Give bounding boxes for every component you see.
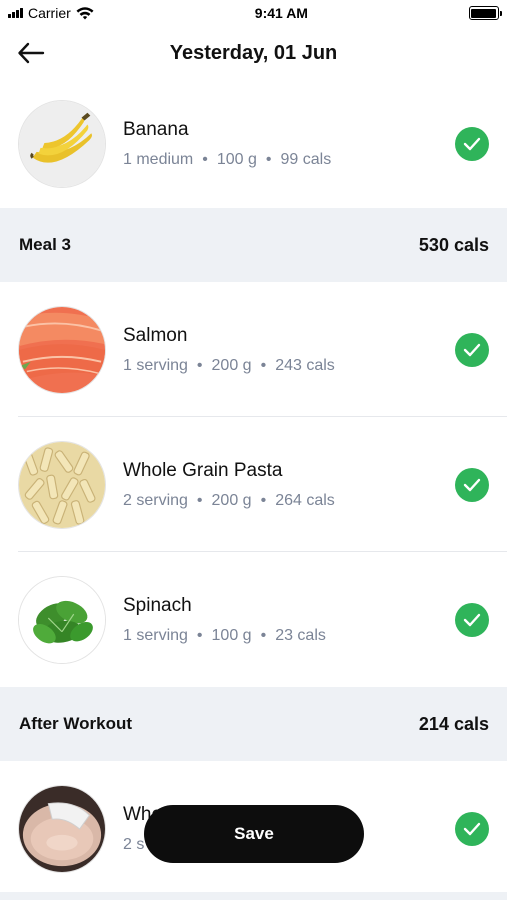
separator-dot: •	[260, 356, 267, 374]
signal-icon	[8, 8, 23, 18]
wifi-icon	[76, 6, 94, 19]
food-quantity: 1 medium	[123, 151, 194, 168]
battery-icon	[468, 6, 502, 20]
food-name: Salmon	[123, 324, 188, 346]
check-button[interactable]	[455, 127, 489, 161]
food-item-salmon[interactable]: Salmon 1 serving • 200 g • 243 cals	[0, 282, 507, 417]
status-bar: Carrier 9:41 AM	[0, 0, 507, 26]
protein-powder-image	[18, 784, 106, 873]
food-item-whole-grain-pasta[interactable]: Whole Grain Pasta 2 serving • 200 g • 26…	[0, 417, 507, 552]
food-cals: 264 cals	[275, 491, 335, 509]
separator-dot: •	[196, 626, 203, 644]
save-button[interactable]: Save	[144, 805, 364, 863]
bottom-divider	[0, 892, 507, 900]
separator-dot: •	[196, 356, 203, 374]
food-text: Whole Grain Pasta 2 serving • 200 g • 26…	[123, 460, 335, 510]
meal-title: Meal 3	[19, 235, 71, 254]
page-title: Yesterday, 01 Jun	[169, 41, 338, 64]
food-meta: 2 serving • 200 g • 264 cals	[123, 492, 335, 510]
meal-header-meal-3: Meal 3 530 cals	[0, 208, 507, 282]
salmon-image	[18, 305, 106, 394]
food-text: Spinach 1 serving • 100 g • 23 cals	[123, 595, 326, 645]
status-time: 9:41 AM	[254, 5, 308, 21]
food-text: Banana 1 medium • 100 g • 99 cals	[123, 119, 331, 169]
food-weight: 200 g	[211, 356, 252, 374]
checkmark-icon	[463, 343, 481, 356]
food-quantity: 2 s	[123, 835, 145, 853]
food-item-spinach[interactable]: Spinach 1 serving • 100 g • 23 cals	[0, 552, 507, 687]
banana-image	[18, 100, 106, 188]
check-button[interactable]	[455, 811, 489, 846]
checkmark-icon	[463, 613, 481, 626]
save-button-label: Save	[234, 824, 274, 843]
food-quantity: 1 serving	[123, 356, 188, 374]
separator-dot: •	[196, 491, 203, 509]
food-meta: 1 serving • 100 g • 23 cals	[123, 627, 326, 645]
separator-dot: •	[265, 151, 272, 168]
meal-cals: 530 cals	[418, 234, 489, 255]
food-quantity: 2 serving	[123, 491, 188, 509]
checkmark-icon	[463, 822, 481, 835]
carrier-label: Carrier	[28, 5, 71, 21]
separator-dot: •	[202, 151, 208, 168]
food-cals: 99 cals	[280, 151, 332, 168]
food-meta: 1 medium • 100 g • 99 cals	[123, 151, 331, 169]
food-meta: 1 serving • 200 g • 243 cals	[123, 357, 335, 375]
checkmark-icon	[463, 478, 481, 491]
spinach-image	[18, 575, 106, 664]
food-name: Spinach	[123, 594, 192, 616]
pasta-image	[18, 440, 106, 529]
food-weight: 100 g	[216, 151, 257, 168]
food-weight: 200 g	[211, 491, 252, 509]
status-left: Carrier	[8, 5, 94, 21]
separator-dot: •	[260, 626, 267, 644]
back-button[interactable]	[14, 38, 48, 68]
meal-title: After Workout	[19, 714, 133, 733]
food-cals: 243 cals	[275, 356, 335, 374]
check-button[interactable]	[455, 332, 489, 367]
food-weight: 100 g	[211, 626, 252, 644]
nav-bar: Yesterday, 01 Jun	[0, 26, 507, 80]
food-item-banana[interactable]: Banana 1 medium • 100 g • 99 cals	[0, 80, 507, 208]
meal-header-after-workout: After Workout 214 cals	[0, 687, 507, 761]
food-name: Whole Grain Pasta	[123, 459, 283, 481]
checkmark-icon	[463, 137, 481, 151]
food-quantity: 1 serving	[123, 626, 188, 644]
arrow-left-icon	[18, 42, 45, 64]
check-button[interactable]	[455, 602, 489, 637]
check-button[interactable]	[455, 467, 489, 502]
meal-cals: 214 cals	[418, 713, 489, 734]
food-text: Salmon 1 serving • 200 g • 243 cals	[123, 325, 335, 375]
food-name: Banana	[123, 119, 189, 140]
food-cals: 23 cals	[275, 626, 326, 644]
separator-dot: •	[260, 491, 267, 509]
